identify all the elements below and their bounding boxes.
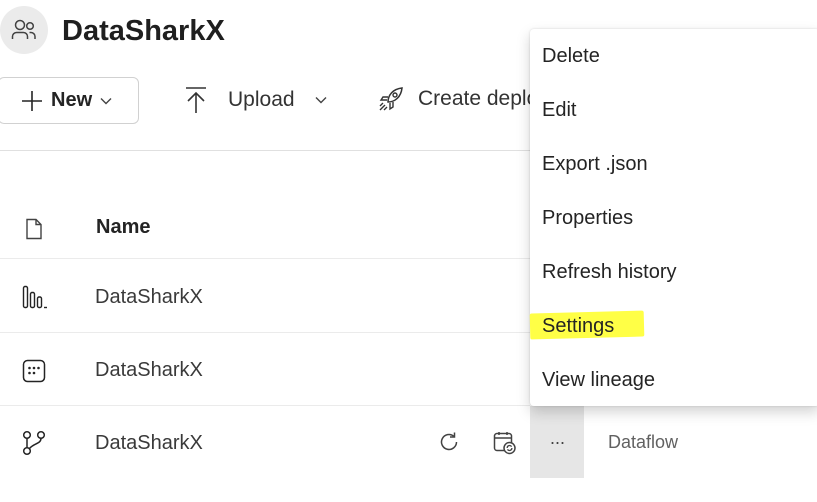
upload-button-label: Upload xyxy=(228,88,295,111)
chevron-down-icon xyxy=(100,97,112,104)
upload-icon xyxy=(186,87,206,113)
more-options-icon: ··· xyxy=(549,431,566,452)
plus-icon xyxy=(22,90,42,111)
menu-item-properties[interactable]: Properties xyxy=(530,191,817,245)
refresh-icon[interactable] xyxy=(438,431,460,458)
file-type-header-icon xyxy=(24,218,44,245)
item-name-link[interactable]: DataSharkX xyxy=(95,284,203,310)
item-name-link[interactable]: DataSharkX xyxy=(95,430,203,456)
menu-item-edit[interactable]: Edit xyxy=(530,83,817,137)
report-bars-icon xyxy=(22,285,48,314)
rocket-icon xyxy=(379,87,403,111)
workspace-title: DataSharkX xyxy=(62,15,225,47)
menu-item-delete[interactable]: Delete xyxy=(530,29,817,83)
row-divider xyxy=(0,258,530,259)
more-options-button[interactable]: ··· xyxy=(530,406,584,478)
menu-item-settings[interactable]: Settings xyxy=(530,299,817,353)
item-type: Dataflow xyxy=(608,432,679,452)
menu-item-refresh-history[interactable]: Refresh history xyxy=(530,245,817,299)
create-deployment-button[interactable]: Create deplo xyxy=(378,86,538,112)
new-button[interactable]: New xyxy=(0,77,139,124)
create-deployment-label: Create deplo xyxy=(418,87,539,110)
new-button-label: New xyxy=(51,89,93,111)
row-divider xyxy=(0,332,530,333)
schedule-refresh-icon[interactable] xyxy=(493,431,517,460)
dataflow-icon xyxy=(22,430,46,461)
upload-button[interactable]: Upload xyxy=(184,86,327,114)
document-icon xyxy=(26,218,42,240)
semantic-model-icon xyxy=(22,359,46,388)
menu-item-view-lineage[interactable]: View lineage xyxy=(530,353,817,407)
people-group-icon xyxy=(11,19,36,39)
menu-item-export-json[interactable]: Export .json xyxy=(530,137,817,191)
chevron-down-icon xyxy=(315,97,327,104)
item-name-link[interactable]: DataSharkX xyxy=(95,357,203,383)
row-divider xyxy=(0,405,530,406)
name-column-header[interactable]: Name xyxy=(96,214,150,240)
workspace-icon xyxy=(0,6,48,54)
